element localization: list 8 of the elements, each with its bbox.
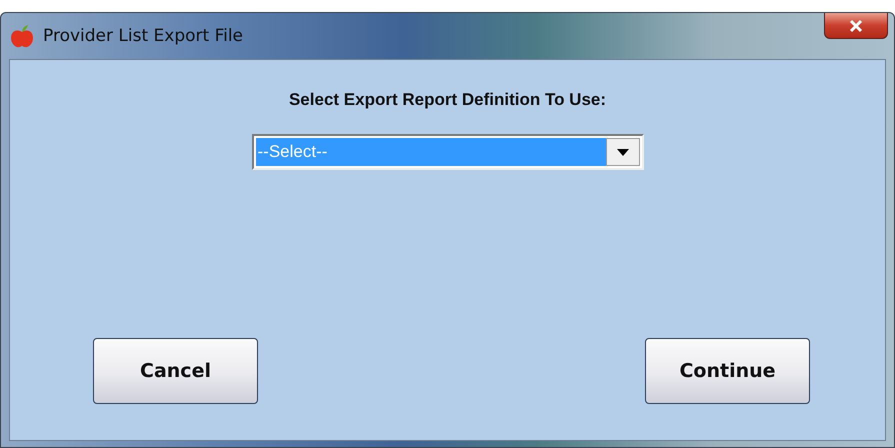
window-title: Provider List Export File [43, 26, 244, 46]
dialog-button[interactable]: Cancel [93, 338, 258, 404]
close-button[interactable] [824, 13, 888, 39]
prompt-label: Select Export Report Definition To Use: [288, 90, 606, 110]
apple-icon [9, 23, 35, 49]
caret-icon [616, 148, 628, 156]
close-icon [848, 18, 864, 32]
dialog-button[interactable]: Continue [645, 338, 810, 404]
